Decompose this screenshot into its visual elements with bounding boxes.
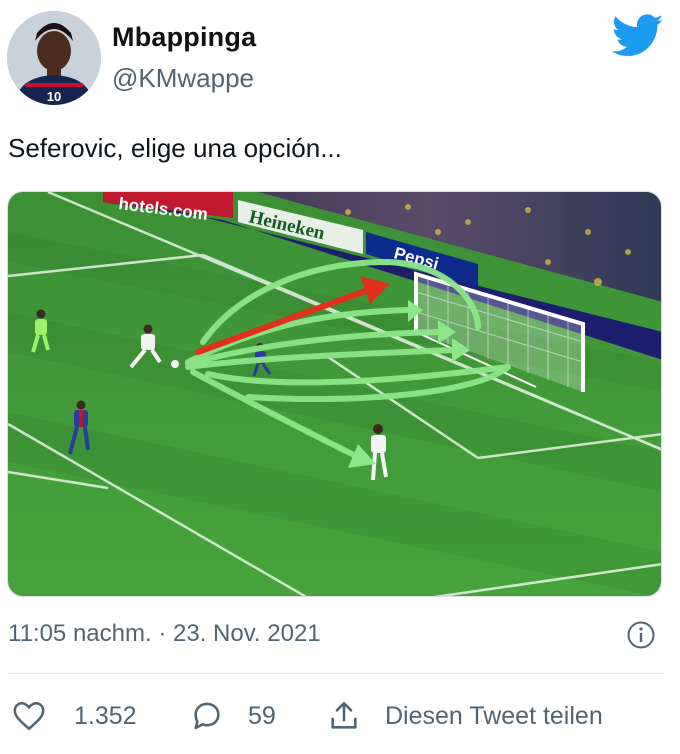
reply-bubble-icon <box>194 702 220 730</box>
info-icon[interactable] <box>626 620 656 650</box>
share-button[interactable]: Diesen Tweet teilen <box>327 698 603 734</box>
share-icon <box>331 701 357 729</box>
heart-icon <box>13 701 45 731</box>
like-count: 1.352 <box>74 701 137 730</box>
divider <box>8 673 664 674</box>
avatar[interactable]: 10 <box>7 11 101 105</box>
tweet-media[interactable]: hotels.com Heineken Pepsi <box>7 191 662 597</box>
twitter-bird-icon <box>612 14 664 56</box>
reply-count: 59 <box>248 701 276 730</box>
tweet-header: 10 Mbappinga @KMwappe <box>0 0 680 118</box>
share-label: Diesen Tweet teilen <box>385 701 603 730</box>
jersey-number: 10 <box>47 89 61 104</box>
avatar-photo: 10 <box>7 11 101 105</box>
display-name[interactable]: Mbappinga <box>112 22 256 53</box>
reply-button[interactable]: 59 <box>190 698 276 734</box>
match-image: hotels.com Heineken Pepsi <box>8 192 661 596</box>
tweet-text: Seferovic, elige una opción... <box>8 133 342 163</box>
like-button[interactable]: 1.352 <box>12 698 137 734</box>
user-handle[interactable]: @KMwappe <box>112 63 254 94</box>
tweet-timestamp[interactable]: 11:05 nachm. · 23. Nov. 2021 <box>8 620 321 648</box>
tweet-actions: 1.352 59 Diesen Tweet teilen <box>0 690 680 740</box>
